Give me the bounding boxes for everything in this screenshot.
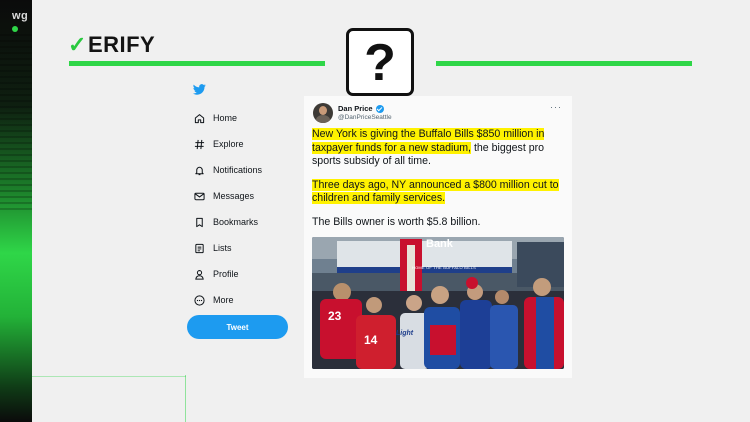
right-divider	[436, 61, 692, 66]
nav-item-messages[interactable]: Messages	[193, 183, 303, 209]
grid-line-horizontal	[32, 376, 186, 377]
nav-label-profile: Profile	[213, 269, 239, 279]
more-options-icon[interactable]: ···	[550, 102, 562, 112]
stadium-crowd-image	[312, 237, 564, 369]
author-name[interactable]: Dan Price	[338, 104, 373, 113]
twitter-sidebar: Home Explore Notifications Messages Book…	[193, 105, 303, 313]
jersey-number-mid: 14	[364, 333, 378, 347]
hashtag-icon	[193, 138, 205, 150]
station-dot	[12, 26, 18, 32]
verify-logo-text: ERIFY	[87, 32, 156, 57]
verify-check-icon: ✓	[68, 32, 87, 57]
home-icon	[193, 112, 205, 124]
tweet-paragraph-3: The Bills owner is worth $5.8 billion.	[312, 215, 481, 228]
bell-icon	[193, 164, 205, 176]
station-logo: wg	[12, 10, 29, 22]
nav-label-bookmarks: Bookmarks	[213, 217, 259, 227]
stadium-subsign-text: HOME OF THE BUFFALO BILLS	[412, 265, 477, 270]
left-divider	[69, 61, 325, 66]
verify-logo: ✓ERIFY	[68, 32, 155, 58]
tweet-photo[interactable]: Bank HOME OF THE BUFFALO BILLS 23 14 Lig…	[312, 237, 564, 369]
stadium-sign-text: Bank	[426, 238, 453, 250]
grid-line-vertical	[185, 375, 186, 422]
question-box: ?	[346, 28, 414, 96]
nav-label-explore: Explore	[213, 139, 244, 149]
jersey-number-left: 23	[328, 309, 342, 323]
tweet-paragraph-1: New York is giving the Buffalo Bills $85…	[312, 128, 564, 169]
nav-label-lists: Lists	[213, 243, 232, 253]
tweet-paragraph-2: Three days ago, NY announced a $800 mill…	[312, 178, 564, 206]
nav-label-messages: Messages	[213, 191, 255, 201]
nav-label-home: Home	[213, 113, 238, 123]
nav-item-notifications[interactable]: Notifications	[193, 157, 303, 183]
tweet-button[interactable]: Tweet	[187, 315, 288, 339]
envelope-icon	[193, 190, 205, 202]
author-handle[interactable]: @DanPriceSeattle	[338, 114, 392, 121]
nav-item-bookmarks[interactable]: Bookmarks	[193, 209, 303, 235]
nav-item-more[interactable]: More	[193, 287, 303, 313]
broadcast-frame: wg ✓ERIFY ? Home Explore Notifications M…	[0, 0, 750, 422]
strip-texture	[0, 30, 32, 210]
highlight-2: Three days ago, NY announced a $800 mill…	[312, 178, 559, 204]
can-label-text: Light	[396, 330, 414, 337]
tweet-card[interactable]: Dan Price @DanPriceSeattle ··· New York …	[304, 96, 572, 378]
nav-item-lists[interactable]: Lists	[193, 235, 303, 261]
question-mark-icon: ?	[364, 34, 396, 92]
avatar[interactable]	[313, 103, 333, 123]
nav-item-explore[interactable]: Explore	[193, 131, 303, 157]
author-line: Dan Price	[338, 104, 384, 113]
list-icon	[193, 242, 205, 254]
verified-badge-icon	[375, 104, 384, 113]
nav-label-more: More	[213, 295, 234, 305]
twitter-bird-icon[interactable]	[193, 84, 206, 95]
nav-label-notifications: Notifications	[213, 165, 263, 175]
bookmark-icon	[193, 216, 205, 228]
nav-item-profile[interactable]: Profile	[193, 261, 303, 287]
person-icon	[193, 268, 205, 280]
nav-item-home[interactable]: Home	[193, 105, 303, 131]
more-circle-icon	[193, 294, 205, 306]
tweet-body: New York is giving the Buffalo Bills $85…	[312, 128, 564, 239]
